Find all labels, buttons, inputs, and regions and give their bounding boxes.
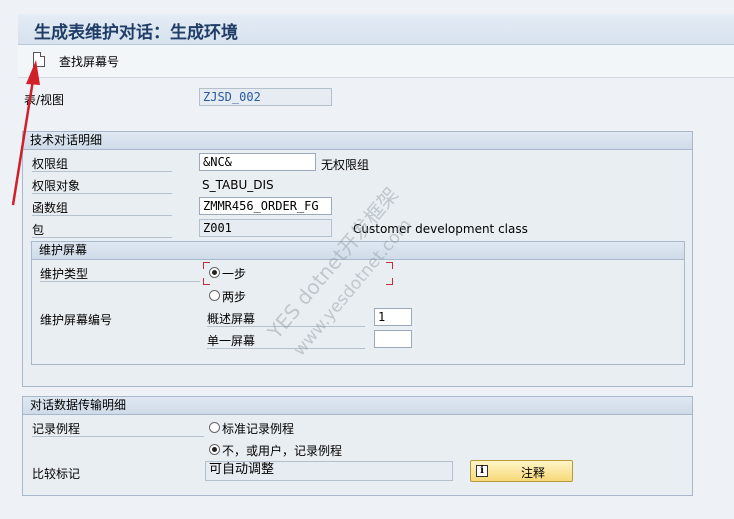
annotation-arrow-icon <box>11 60 40 206</box>
